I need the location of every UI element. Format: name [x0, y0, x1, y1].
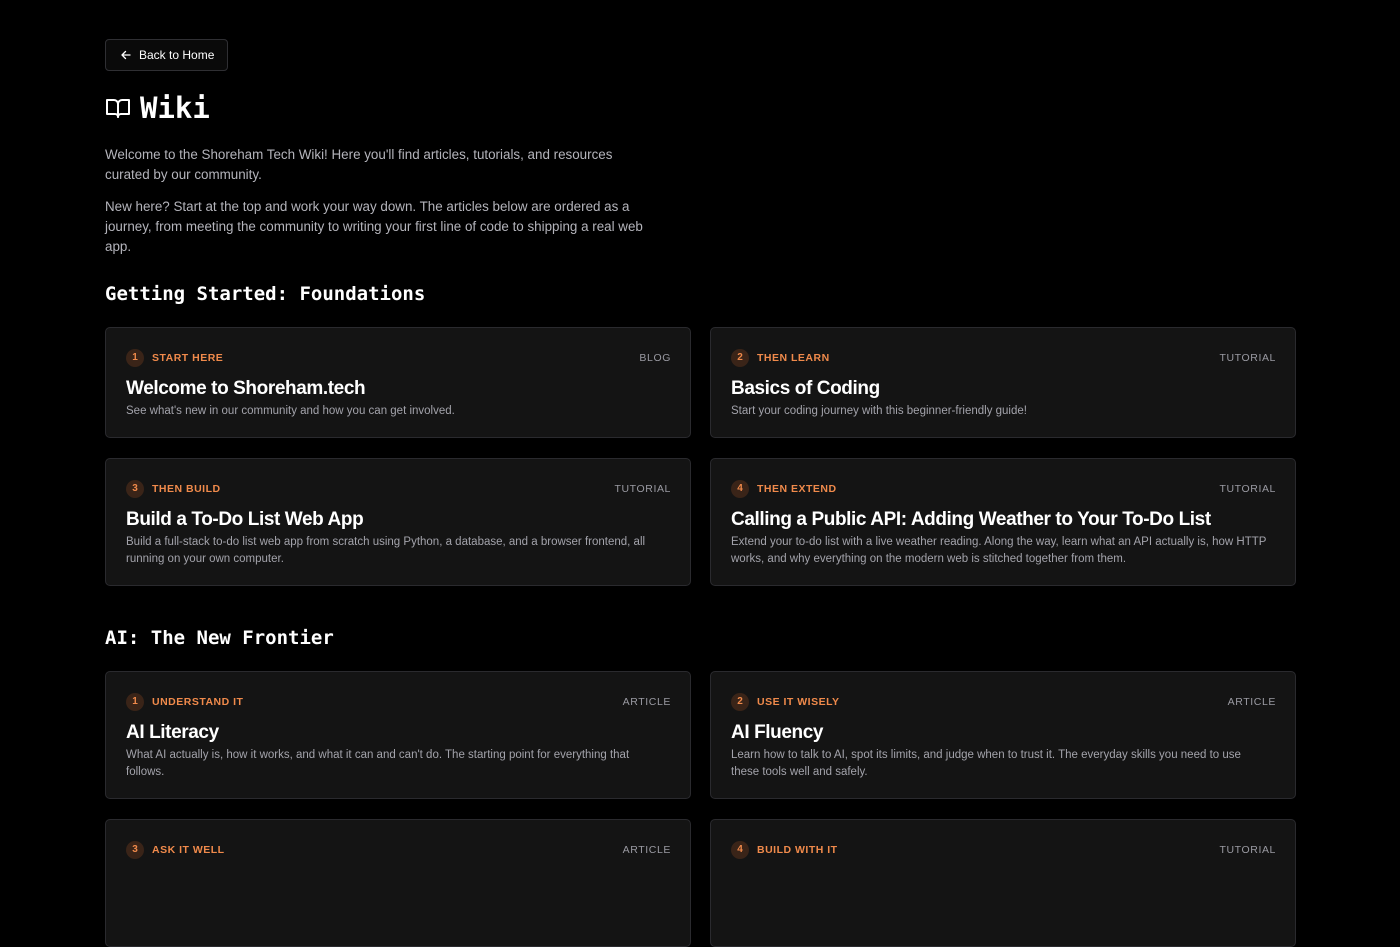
article-card[interactable]: 3 THEN BUILD TUTORIAL Build a To-Do List…	[105, 458, 691, 586]
section-title: Getting Started: Foundations	[105, 283, 426, 305]
article-card[interactable]: 4 THEN EXTEND TUTORIAL Calling a Public …	[710, 458, 1296, 586]
article-card[interactable]: 3 ASK IT WELL ARTICLE	[105, 819, 691, 947]
intro-paragraph: New here? Start at the top and work your…	[105, 199, 643, 254]
step-number: 3	[126, 479, 144, 498]
article-grid: 1 START HERE BLOG Welcome to Shoreham.te…	[105, 327, 1296, 586]
intro-paragraph: Welcome to the Shoreham Tech Wiki! Here …	[105, 147, 613, 182]
article-title: AI Literacy	[126, 722, 219, 743]
step-label: ASK IT WELL	[152, 843, 225, 856]
article-type-badge: BLOG	[639, 351, 671, 364]
step-label: BUILD WITH IT	[757, 843, 838, 856]
step-label: THEN LEARN	[757, 351, 830, 364]
step-number: 1	[126, 692, 144, 711]
article-type-badge: TUTORIAL	[614, 482, 671, 495]
article-card[interactable]: 4 BUILD WITH IT TUTORIAL	[710, 819, 1296, 947]
step-label: USE IT WISELY	[757, 695, 840, 708]
step-label: THEN BUILD	[152, 482, 221, 495]
article-type-badge: TUTORIAL	[1219, 482, 1276, 495]
article-type-badge: ARTICLE	[622, 695, 671, 708]
article-card[interactable]: 1 START HERE BLOG Welcome to Shoreham.te…	[105, 327, 691, 438]
article-description: Learn how to talk to AI, spot its limits…	[731, 749, 1241, 778]
step-number: 3	[126, 840, 144, 859]
step-number: 4	[731, 840, 749, 859]
article-description: Build a full-stack to-do list web app fr…	[126, 536, 646, 565]
article-title: AI Fluency	[731, 722, 824, 743]
article-type-badge: TUTORIAL	[1219, 843, 1276, 856]
step-label: UNDERSTAND IT	[152, 695, 244, 708]
article-description: See what's new in our community and how …	[126, 405, 455, 417]
step-number: 1	[126, 348, 144, 367]
article-type-badge: ARTICLE	[622, 843, 671, 856]
back-to-home-button[interactable]: Back to Home	[105, 39, 229, 71]
step-label: THEN EXTEND	[757, 482, 837, 495]
article-description: What AI actually is, how it works, and w…	[126, 749, 630, 778]
article-grid: 1 UNDERSTAND IT ARTICLE AI Literacy What…	[105, 671, 1296, 947]
article-description: Start your coding journey with this begi…	[731, 405, 1027, 417]
step-number: 2	[731, 348, 749, 367]
article-type-badge: TUTORIAL	[1219, 351, 1276, 364]
page-header: Wiki	[105, 91, 1295, 125]
article-card[interactable]: 2 THEN LEARN TUTORIAL Basics of Coding S…	[710, 327, 1296, 438]
page-title: Wiki	[140, 91, 210, 125]
back-to-home-label: Back to Home	[139, 48, 215, 62]
article-card[interactable]: 2 USE IT WISELY ARTICLE AI Fluency Learn…	[710, 671, 1296, 799]
intro-text: Welcome to the Shoreham Tech Wiki! Here …	[105, 145, 650, 257]
arrow-left-icon	[120, 49, 132, 61]
step-number: 4	[731, 479, 749, 498]
article-description: Extend your to-do list with a live weath…	[731, 536, 1267, 565]
article-card[interactable]: 1 UNDERSTAND IT ARTICLE AI Literacy What…	[105, 671, 691, 799]
book-open-icon	[105, 95, 131, 121]
step-number: 2	[731, 692, 749, 711]
article-type-badge: ARTICLE	[1227, 695, 1276, 708]
article-title: Basics of Coding	[731, 378, 880, 399]
step-label: START HERE	[152, 351, 224, 364]
article-title: Calling a Public API: Adding Weather to …	[731, 509, 1211, 530]
wiki-page: Back to Home Wiki Welcome to the Shoreha…	[105, 39, 1296, 947]
section-title: AI: The New Frontier	[105, 627, 334, 649]
article-title: Build a To-Do List Web App	[126, 509, 364, 530]
article-title: Welcome to Shoreham.tech	[126, 378, 366, 399]
